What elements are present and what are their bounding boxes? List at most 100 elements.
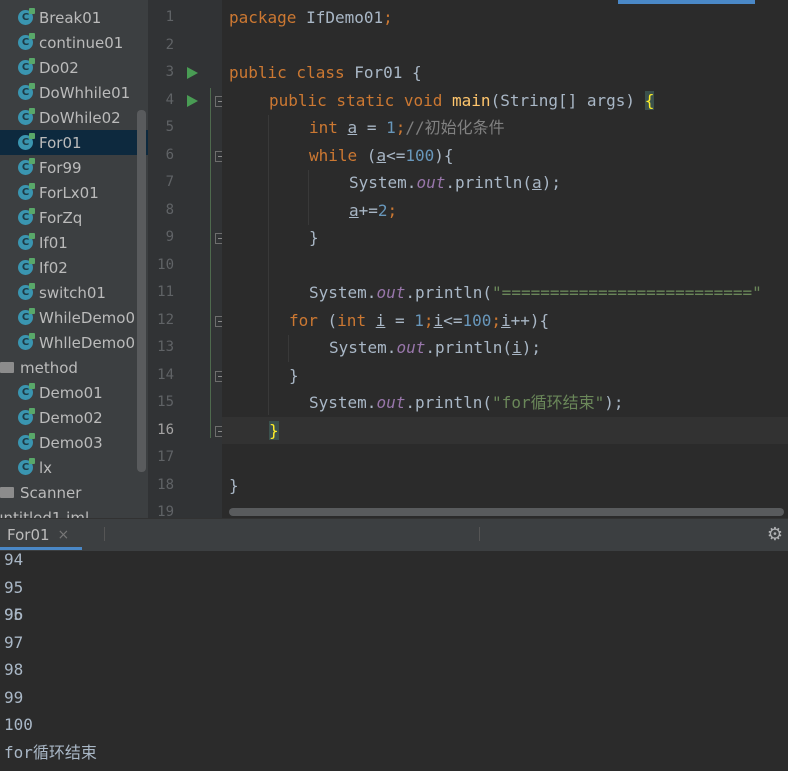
tree-item-dowhile02[interactable]: C DoWhile02: [0, 105, 148, 130]
variable: a: [532, 173, 542, 192]
run-class-icon[interactable]: [187, 67, 198, 79]
tree-item-label: Do02: [39, 58, 79, 77]
method-params: (String[] args): [490, 91, 645, 110]
operator: ++){: [510, 311, 550, 330]
semicolon: ;: [387, 201, 398, 220]
tree-item-for01[interactable]: C For01: [0, 130, 148, 155]
tree-item-whlledemo[interactable]: C WhlleDemo0: [0, 330, 148, 355]
line-number: 5: [165, 119, 174, 135]
tree-item-continue01[interactable]: Ccontinue01: [0, 30, 148, 55]
keyword: public static void: [269, 91, 443, 110]
header-divider: [104, 527, 105, 541]
tree-item-forzq[interactable]: C ForZq: [0, 205, 148, 230]
code-line-5[interactable]: int a = 1;//初始化条件: [309, 114, 505, 141]
run-panel-header: [0, 518, 788, 552]
tree-item-label: continue01: [39, 33, 124, 52]
tree-item-do02[interactable]: C Do02: [0, 55, 148, 80]
code-line-11[interactable]: System.out.println("====================…: [309, 279, 762, 306]
java-class-icon: C: [18, 133, 35, 150]
current-line-highlight: [222, 417, 788, 444]
tree-item-switch01[interactable]: Cswitch01: [0, 280, 148, 305]
code-line-7[interactable]: System.out.println(a);: [349, 169, 561, 196]
line-number: 10: [157, 257, 174, 273]
java-class-icon: C: [18, 108, 35, 125]
comment: //初始化条件: [405, 118, 505, 137]
operator: =: [385, 311, 415, 330]
tree-item-demo03[interactable]: C Demo03: [0, 430, 148, 455]
console-line: 100: [4, 715, 33, 734]
java-class-icon: C: [18, 183, 35, 200]
tree-item-label: DoWhile02: [39, 108, 121, 127]
code-line-4[interactable]: public static void main(String[] args) {: [269, 87, 655, 114]
tree-item-for99[interactable]: C For99: [0, 155, 148, 180]
operator: <=: [443, 311, 463, 330]
tree-item-iml-file[interactable]: untitled1.iml: [0, 505, 148, 519]
static-field: out: [376, 393, 406, 412]
tree-item-label: If01: [39, 233, 68, 252]
line-number: 11: [157, 284, 174, 300]
tree-item-lx[interactable]: Clx: [0, 455, 148, 480]
java-class-icon: C: [18, 408, 35, 425]
line-number: 4: [165, 92, 174, 108]
code-line-12[interactable]: for (int i = 1;i<=100;i++){: [289, 307, 549, 334]
paren: (: [317, 311, 338, 330]
tree-item-forlx01[interactable]: C ForLx01: [0, 180, 148, 205]
code-line-18[interactable]: }: [229, 472, 239, 499]
class-ref: System.: [309, 283, 377, 302]
change-marker: [210, 88, 211, 438]
line-number: 8: [165, 202, 174, 218]
tree-item-demo02[interactable]: C Demo02: [0, 405, 148, 430]
code-line-15[interactable]: System.out.println("for循环结束");: [309, 389, 623, 416]
tree-item-demo01[interactable]: C Demo01: [0, 380, 148, 405]
code-line-13[interactable]: System.out.println(i);: [329, 334, 541, 361]
tree-item-method-package[interactable]: method: [0, 355, 148, 380]
editor-tab-indicator: [618, 0, 755, 4]
code-line-1[interactable]: package IfDemo01;: [229, 4, 393, 31]
keyword: public class: [229, 63, 345, 82]
console-output[interactable]: [0, 551, 788, 771]
variable: i: [512, 338, 522, 357]
tree-item-if02[interactable]: C If02: [0, 255, 148, 280]
java-class-icon: C: [18, 158, 35, 175]
line-number: 2: [165, 37, 174, 53]
code-line-16[interactable]: }: [269, 417, 279, 444]
line-number: 1: [165, 9, 174, 25]
tree-item-label: If02: [39, 258, 68, 277]
package-name: IfDemo01: [296, 8, 384, 27]
semicolon: ;: [491, 311, 501, 330]
tree-item-dowhhile01[interactable]: C DoWhhile01: [0, 80, 148, 105]
sidebar-scrollbar[interactable]: [137, 110, 146, 472]
class-ref: System.: [329, 338, 397, 357]
code-line-14[interactable]: }: [289, 362, 299, 389]
line-number: 7: [165, 174, 174, 190]
code-line-8[interactable]: a+=2;: [349, 197, 397, 224]
close-icon[interactable]: ×: [58, 527, 70, 543]
variable: i: [375, 311, 386, 330]
number-literal: 1: [386, 118, 396, 137]
tree-item-label: Demo02: [39, 408, 103, 427]
tree-item-label: Demo01: [39, 383, 103, 402]
line-number: 18: [157, 477, 174, 493]
java-class-icon: C: [18, 233, 35, 250]
console-line: 94: [4, 550, 24, 569]
tree-item-label: Demo03: [39, 433, 103, 452]
code-line-3[interactable]: public class For01 {: [229, 59, 422, 86]
indent-guide: [288, 335, 289, 362]
static-field: out: [416, 173, 446, 192]
class-ref: System.: [309, 393, 377, 412]
editor-horizontal-scrollbar[interactable]: [229, 508, 784, 516]
code-line-9[interactable]: }: [309, 224, 319, 251]
java-class-icon: C: [18, 208, 35, 225]
tree-item-whiledemo[interactable]: C WhileDemo0: [0, 305, 148, 330]
tree-item-if01[interactable]: C If01: [0, 230, 148, 255]
package-folder-icon: [0, 362, 14, 373]
run-main-icon[interactable]: [187, 95, 198, 107]
code-line-6[interactable]: while (a<=100){: [309, 142, 454, 169]
gear-icon[interactable]: ⚙: [765, 525, 785, 545]
java-class-icon: C: [18, 33, 35, 50]
java-class-icon: C: [18, 433, 35, 450]
tree-item-break01[interactable]: C Break01: [0, 5, 148, 30]
tree-item-scanner-package[interactable]: Scanner: [0, 480, 148, 505]
tree-item-label: For99: [39, 158, 82, 177]
